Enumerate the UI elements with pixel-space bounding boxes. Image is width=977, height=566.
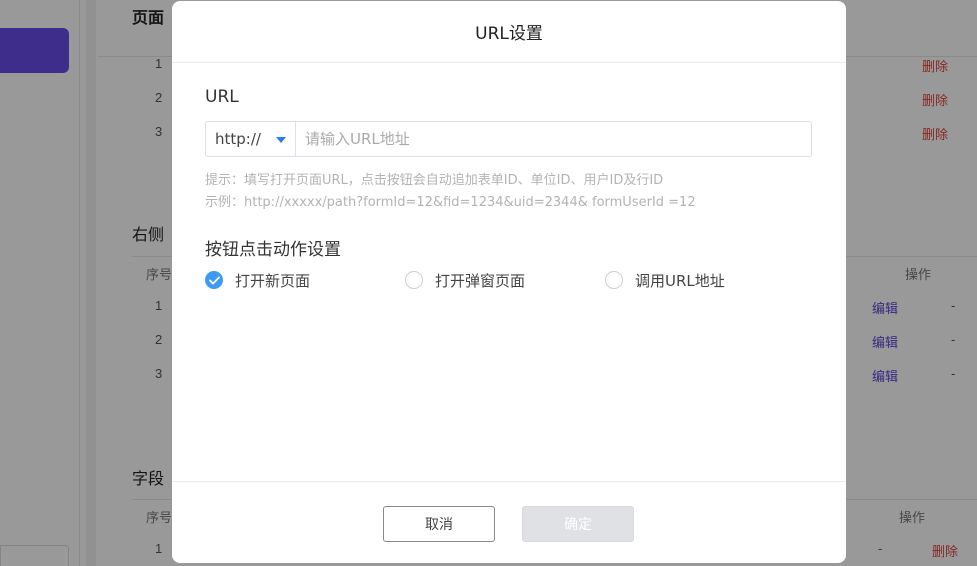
confirm-button[interactable]: 确定	[522, 506, 634, 542]
dialog-title: URL设置	[475, 24, 543, 44]
dialog-header: URL设置	[172, 1, 846, 63]
url-label: URL	[205, 87, 239, 107]
dialog-footer: 取消 确定	[172, 481, 846, 563]
radio-unchecked-icon[interactable]	[405, 271, 423, 289]
url-input[interactable]	[296, 122, 811, 156]
example-text: 示例：http://xxxxx/path?formId=12&fid=1234&…	[205, 195, 696, 210]
option-label: 打开新页面	[235, 271, 311, 290]
cancel-button[interactable]: 取消	[383, 506, 495, 542]
protocol-value: http://	[215, 130, 261, 148]
option-open-new-page[interactable]: 打开新页面	[205, 269, 310, 291]
radio-unchecked-icon[interactable]	[605, 271, 623, 289]
protocol-select[interactable]: http://	[206, 122, 296, 156]
option-label: 调用URL地址	[635, 271, 725, 290]
url-input-group: http://	[205, 121, 812, 157]
caret-down-icon	[276, 137, 286, 143]
option-label: 打开弹窗页面	[435, 271, 526, 290]
hint-text: 提示：填写打开页面URL，点击按钮会自动追加表单ID、单位ID、用户ID及行ID	[205, 173, 664, 188]
option-call-url[interactable]: 调用URL地址	[605, 269, 725, 291]
action-settings-label: 按钮点击动作设置	[205, 240, 341, 260]
option-open-popup-page[interactable]: 打开弹窗页面	[405, 269, 525, 291]
url-settings-dialog: URL设置 URL http:// 提示：填写打开页面URL，点击按钮会自动追加…	[172, 1, 846, 563]
radio-checked-icon[interactable]	[205, 271, 223, 289]
